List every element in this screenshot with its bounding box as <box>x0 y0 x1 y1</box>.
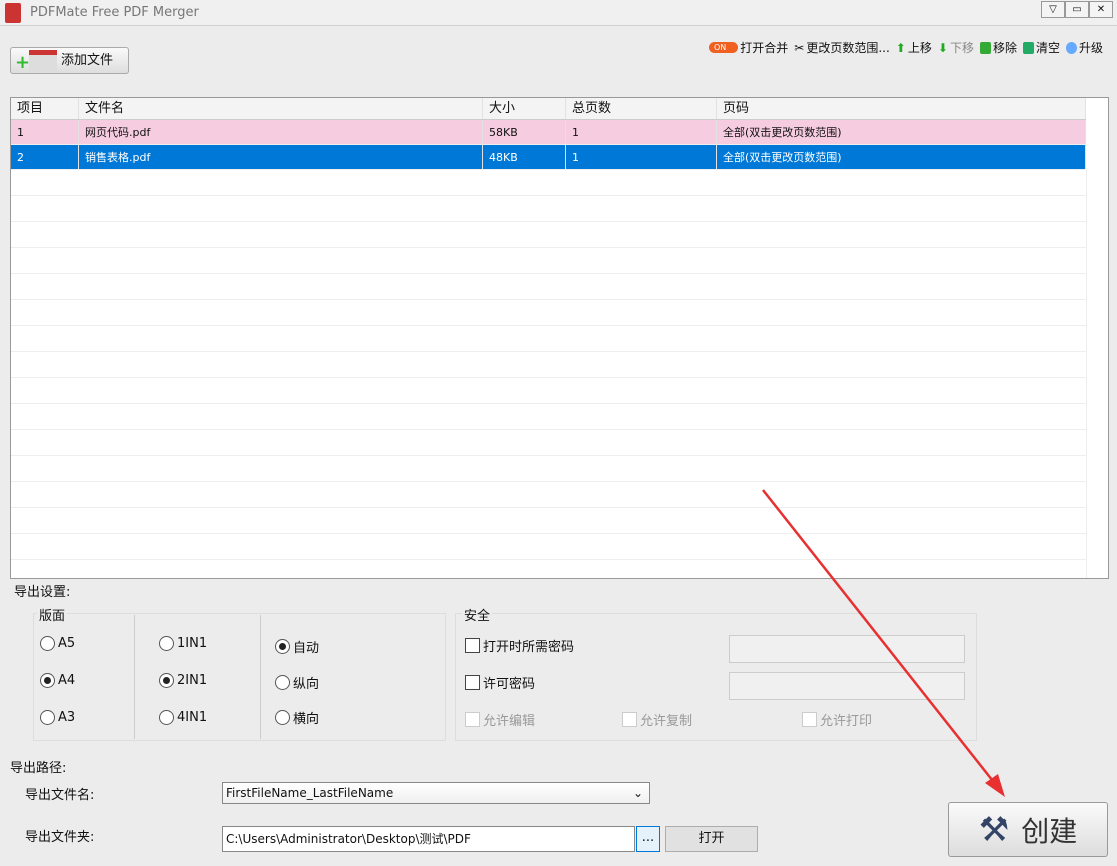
annotation-arrow <box>762 489 1005 797</box>
